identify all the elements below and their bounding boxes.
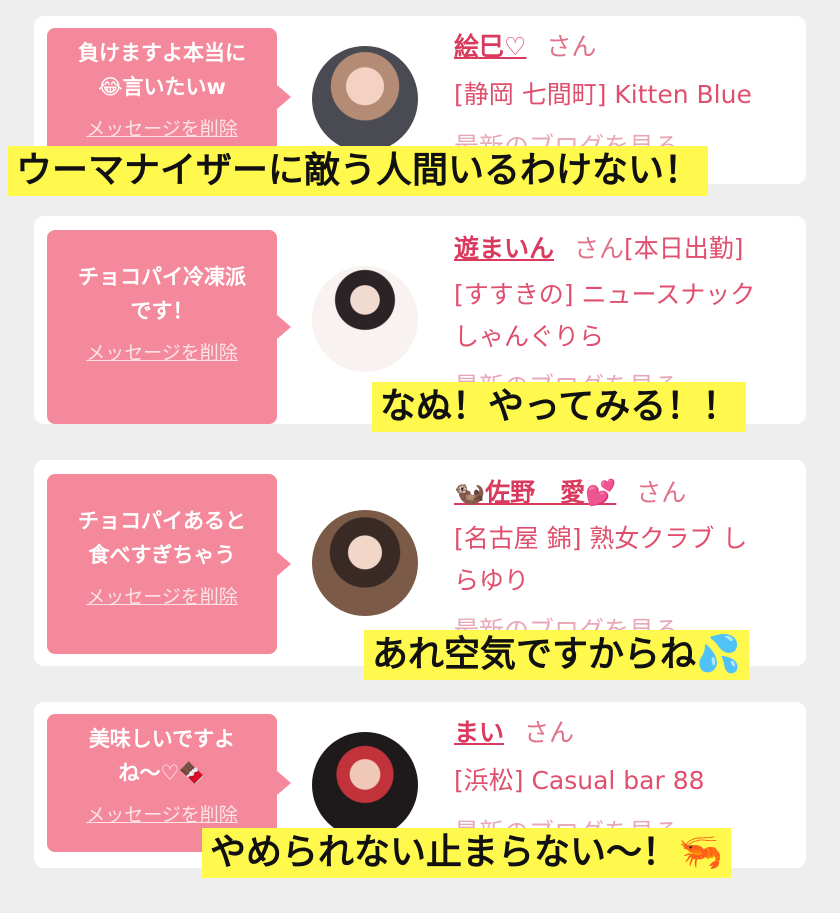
message-text: 😂言いたいw xyxy=(98,75,226,99)
honorific: さん xyxy=(546,32,597,61)
caption-overlay: やめられない止まらない〜！🦐 xyxy=(202,828,731,878)
message-bubble: チョコパイあると 食べすぎちゃう メッセージを削除 xyxy=(47,474,291,654)
message-text: チョコパイあると xyxy=(78,509,246,533)
profile-info: 🦦佐野 愛💕さん [名古屋 錦] 熟女クラブ し らゆり 最新のブログを見る xyxy=(454,472,786,652)
profile-name-link[interactable]: 🦦佐野 愛💕 xyxy=(454,478,616,507)
delete-message-link[interactable]: メッセージを削除 xyxy=(86,112,238,146)
delete-message-link[interactable]: メッセージを削除 xyxy=(86,798,238,832)
message-text: 美味しいですよ xyxy=(88,727,236,751)
profile-name-link[interactable]: 遊まいん xyxy=(454,234,554,263)
message-text: チョコパイ冷凍派 xyxy=(78,265,246,289)
delete-message-link[interactable]: メッセージを削除 xyxy=(86,336,238,370)
shop-info[interactable]: らゆり xyxy=(454,560,786,602)
message-text: 負けますよ本当に xyxy=(78,41,246,65)
caption-overlay: ウーマナイザーに敵う人間いるわけない！ xyxy=(8,146,709,196)
message-text: です！ xyxy=(130,299,194,323)
message-text: ね〜♡🍫 xyxy=(118,761,206,785)
shop-info[interactable]: [浜松] Casual bar 88 xyxy=(454,760,786,802)
shop-info[interactable]: [静岡 七間町] Kitten Blue xyxy=(454,74,786,116)
shop-info[interactable]: [すすきの] ニュースナック xyxy=(454,274,786,316)
profile-name-link[interactable]: 絵巳♡ xyxy=(454,32,526,61)
avatar[interactable] xyxy=(312,732,418,838)
message-bubble: チョコパイ冷凍派 です！ メッセージを削除 xyxy=(47,230,291,424)
honorific: さん xyxy=(636,478,687,507)
avatar[interactable] xyxy=(312,46,418,152)
status-badge: [本日出勤] xyxy=(624,234,744,263)
profile-name-link[interactable]: まい xyxy=(454,718,504,747)
caption-overlay: あれ空気ですからね💦 xyxy=(364,630,749,680)
delete-message-link[interactable]: メッセージを削除 xyxy=(86,580,238,614)
honorific: さん xyxy=(524,718,575,747)
shop-info[interactable]: [名古屋 錦] 熟女クラブ し xyxy=(454,518,786,560)
profile-info: 遊まいんさん[本日出勤] [すすきの] ニュースナック しゃんぐりら 最新のブロ… xyxy=(454,228,786,408)
shop-info[interactable]: しゃんぐりら xyxy=(454,316,786,358)
honorific: さん xyxy=(574,234,625,263)
caption-overlay: なぬ！やってみる！！ xyxy=(372,382,747,432)
avatar[interactable] xyxy=(312,510,418,616)
avatar[interactable] xyxy=(312,266,418,372)
message-text: 食べすぎちゃう xyxy=(88,543,236,567)
